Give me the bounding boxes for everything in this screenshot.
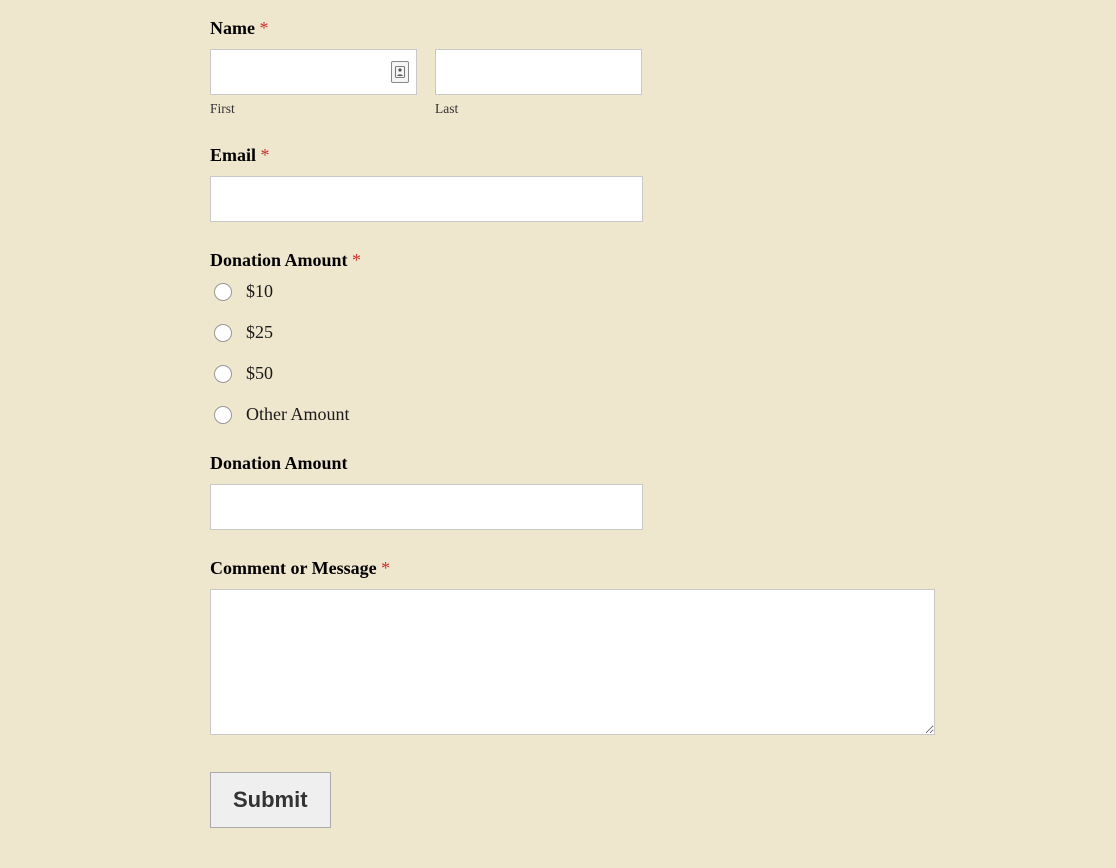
comment-required-mark: * (381, 558, 390, 578)
name-last-column: Last (435, 49, 642, 117)
name-first-column: First (210, 49, 417, 117)
name-row: First Last (210, 49, 936, 117)
name-field-group: Name * First Last (210, 18, 936, 117)
first-name-sublabel: First (210, 101, 417, 117)
donation-amount-label-text: Donation Amount (210, 250, 348, 270)
donation-amount-radio-list: $10 $25 $50 Other Amount (210, 281, 936, 425)
donation-other-input[interactable] (210, 484, 643, 530)
submit-button[interactable]: Submit (210, 772, 331, 828)
donation-other-label: Donation Amount (210, 453, 936, 474)
first-name-input[interactable] (210, 49, 417, 95)
comment-label-text: Comment or Message (210, 558, 377, 578)
donation-option-other: Other Amount (210, 404, 936, 425)
donation-radio-50[interactable] (214, 365, 232, 383)
email-input[interactable] (210, 176, 643, 222)
donation-option-25: $25 (210, 322, 936, 343)
email-label-text: Email (210, 145, 256, 165)
donation-radio-25[interactable] (214, 324, 232, 342)
donation-radio-other-label[interactable]: Other Amount (246, 404, 350, 425)
donation-radio-10-label[interactable]: $10 (246, 281, 273, 302)
donation-option-50: $50 (210, 363, 936, 384)
donation-radio-10[interactable] (214, 283, 232, 301)
donation-amount-field-group: Donation Amount * $10 $25 $50 Other Amou… (210, 250, 936, 425)
name-label: Name * (210, 18, 936, 39)
donation-radio-25-label[interactable]: $25 (246, 322, 273, 343)
email-required-mark: * (261, 145, 270, 165)
last-name-sublabel: Last (435, 101, 642, 117)
donation-radio-50-label[interactable]: $50 (246, 363, 273, 384)
donation-other-label-text: Donation Amount (210, 453, 348, 473)
last-name-input[interactable] (435, 49, 642, 95)
first-name-input-wrap (210, 49, 417, 95)
name-label-text: Name (210, 18, 255, 38)
donation-other-field-group: Donation Amount (210, 453, 936, 530)
name-required-mark: * (259, 18, 268, 38)
donation-option-10: $10 (210, 281, 936, 302)
donation-amount-label: Donation Amount * (210, 250, 936, 271)
email-label: Email * (210, 145, 936, 166)
donation-amount-required-mark: * (352, 250, 361, 270)
comment-textarea[interactable] (210, 589, 935, 735)
comment-label: Comment or Message * (210, 558, 936, 579)
email-field-group: Email * (210, 145, 936, 222)
donation-form: Name * First Last Email * (210, 18, 936, 828)
comment-field-group: Comment or Message * (210, 558, 936, 740)
donation-radio-other[interactable] (214, 406, 232, 424)
